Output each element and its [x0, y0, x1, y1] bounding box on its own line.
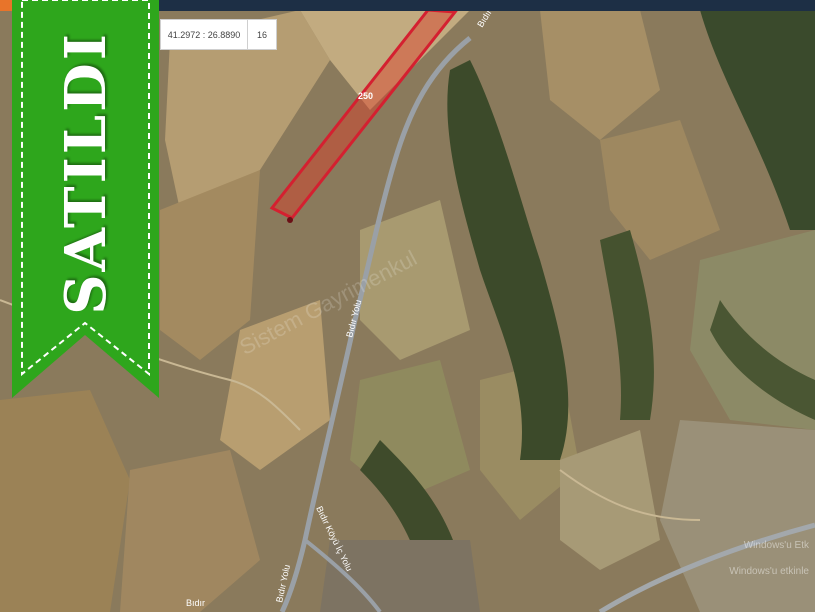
- parcel-corner-marker: [287, 217, 293, 223]
- zoom-level: 16: [247, 19, 277, 50]
- sold-ribbon-label: SATILDI: [52, 31, 119, 315]
- os-activation-notice-sub: Windows'u etkinle: [729, 566, 809, 577]
- parcel-label: 250: [358, 91, 373, 101]
- coordinate-readout: 41.2972 : 26.8890: [160, 19, 248, 50]
- os-activation-notice: Windows'u Etk: [743, 540, 809, 551]
- road-label: Bıdır: [186, 598, 205, 608]
